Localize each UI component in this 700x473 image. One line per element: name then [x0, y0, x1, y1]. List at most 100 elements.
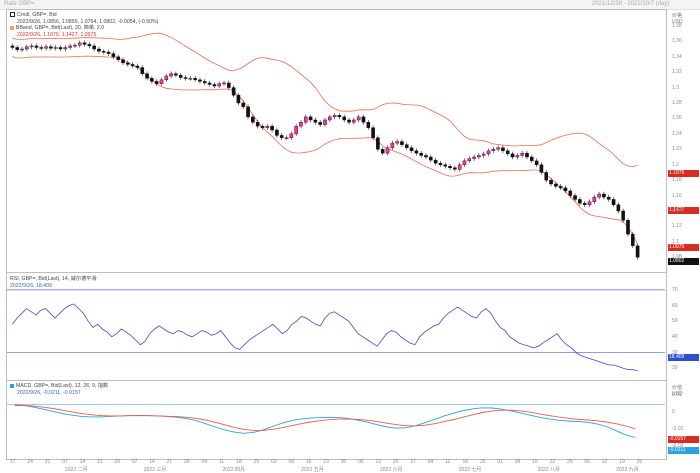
candle-body — [419, 152, 423, 156]
candle-body — [303, 116, 308, 123]
x-axis-month-label: 2022 九月 — [616, 467, 639, 473]
x-axis-day-label: 09 — [288, 459, 295, 465]
candle-body — [376, 137, 380, 150]
candle-body — [462, 160, 467, 165]
macd-swatch-icon — [10, 383, 14, 388]
candle-body — [111, 53, 116, 57]
candle-body — [255, 122, 260, 127]
candle-body — [251, 116, 255, 123]
candle-body — [178, 75, 183, 78]
rsi-y-tick: 60 — [672, 302, 678, 309]
candle-body — [299, 122, 303, 127]
candle-body — [501, 147, 505, 152]
price-y-tick: 1.28 — [672, 100, 682, 106]
x-axis-day-label: 21 — [166, 459, 173, 465]
candle-body — [202, 81, 207, 84]
candle-body — [438, 162, 443, 165]
candle-body — [568, 190, 573, 196]
price-legend: Crndl, GBP=, Bid 2022/9/26, 1.0856, 1.08… — [10, 12, 158, 38]
candle-body — [260, 125, 265, 128]
candle-body — [371, 127, 375, 138]
x-axis-day-label: 25 — [253, 459, 260, 465]
bband-upper-tag: 1.1876 — [668, 170, 699, 177]
candle-body — [414, 150, 419, 154]
x-axis-day-label: 04 — [201, 459, 208, 465]
x-axis-day-label: 29 — [566, 459, 573, 465]
x-axis-day-label: 25 — [479, 459, 486, 465]
candle-body — [520, 152, 524, 156]
candle-body — [563, 187, 568, 192]
candle-body — [582, 203, 587, 206]
candle-body — [611, 199, 616, 206]
candle-body — [592, 196, 597, 202]
candle-body — [87, 44, 92, 47]
candle-body — [44, 46, 48, 49]
candle-body — [145, 73, 149, 79]
bband-lower-line — [12, 55, 638, 245]
macd-y-tick: 0 — [672, 409, 675, 416]
candle-body — [82, 42, 87, 45]
candle-body — [635, 245, 640, 258]
price-y-tick: 1.34 — [672, 53, 682, 60]
candle-body — [222, 82, 226, 85]
candle-body — [212, 84, 217, 87]
macd-y-tick: 0.01 — [672, 392, 682, 399]
x-axis-day-label: 27 — [410, 459, 416, 465]
candle-body — [188, 78, 193, 80]
price-y-tick: 1.08 — [672, 254, 682, 261]
bband-upper-line — [12, 32, 638, 168]
candle-body — [20, 48, 24, 51]
candle-body — [606, 196, 611, 200]
candle-swatch-icon — [10, 12, 15, 18]
candle-body — [380, 149, 385, 154]
x-axis-day-label: 26 — [636, 459, 643, 465]
x-axis-day-label: 21 — [97, 459, 103, 465]
candle-body — [29, 45, 34, 48]
candle-body — [573, 195, 577, 200]
x-axis-day-label: 28 — [184, 459, 190, 465]
macd-y-tick: -0.01 — [672, 426, 684, 433]
price-y-tick: 1.3 — [672, 84, 679, 91]
x-axis-day-label: 23 — [323, 459, 329, 465]
candle-body — [313, 119, 318, 123]
candle-body — [453, 167, 457, 170]
candle-body — [404, 144, 409, 148]
macd-y-tick: -0.02 — [672, 442, 684, 449]
candle-body — [193, 78, 197, 81]
candle-body — [328, 116, 332, 121]
candle-body — [116, 56, 121, 61]
candle-body — [337, 115, 342, 118]
candle-body — [58, 47, 63, 50]
candle-body — [140, 67, 145, 74]
rsi-y-tick: 30 — [672, 349, 678, 356]
price-legend-line-4: 2022/9/26, 1.1876, 1.1427, 1.0975 — [17, 31, 97, 38]
candle-body — [496, 147, 500, 150]
candle-body — [227, 82, 231, 88]
chart-canvas[interactable] — [0, 0, 700, 473]
candle-body — [207, 82, 212, 85]
candle-body — [616, 204, 621, 212]
rsi-y-tick: 70 — [672, 286, 678, 293]
candle-body — [174, 73, 178, 76]
candle-body — [481, 153, 486, 156]
candle-body — [510, 153, 515, 158]
candle-body — [15, 47, 20, 50]
x-axis-day-label: 22 — [549, 459, 556, 465]
x-axis-month-label: 2022 二月 — [65, 467, 88, 473]
x-axis-day-label: 18 — [462, 459, 469, 465]
bband-lower-tag: 1.0975 — [668, 244, 699, 251]
candle-body — [486, 150, 491, 155]
candle-body — [265, 125, 270, 128]
candle-body — [332, 115, 337, 118]
x-axis-day-label: 28 — [114, 459, 120, 465]
candle-body — [554, 183, 558, 187]
candle-body — [347, 119, 351, 123]
candle-body — [217, 83, 221, 87]
candle-body — [275, 129, 279, 136]
x-axis-day-label: 08 — [514, 459, 521, 465]
candle-body — [77, 42, 82, 46]
candle-body — [400, 141, 404, 145]
x-axis-month-label: 2022 三月 — [143, 467, 167, 473]
x-axis-day-label: 20 — [392, 459, 399, 465]
price-y-tick: 1.1 — [672, 238, 679, 245]
